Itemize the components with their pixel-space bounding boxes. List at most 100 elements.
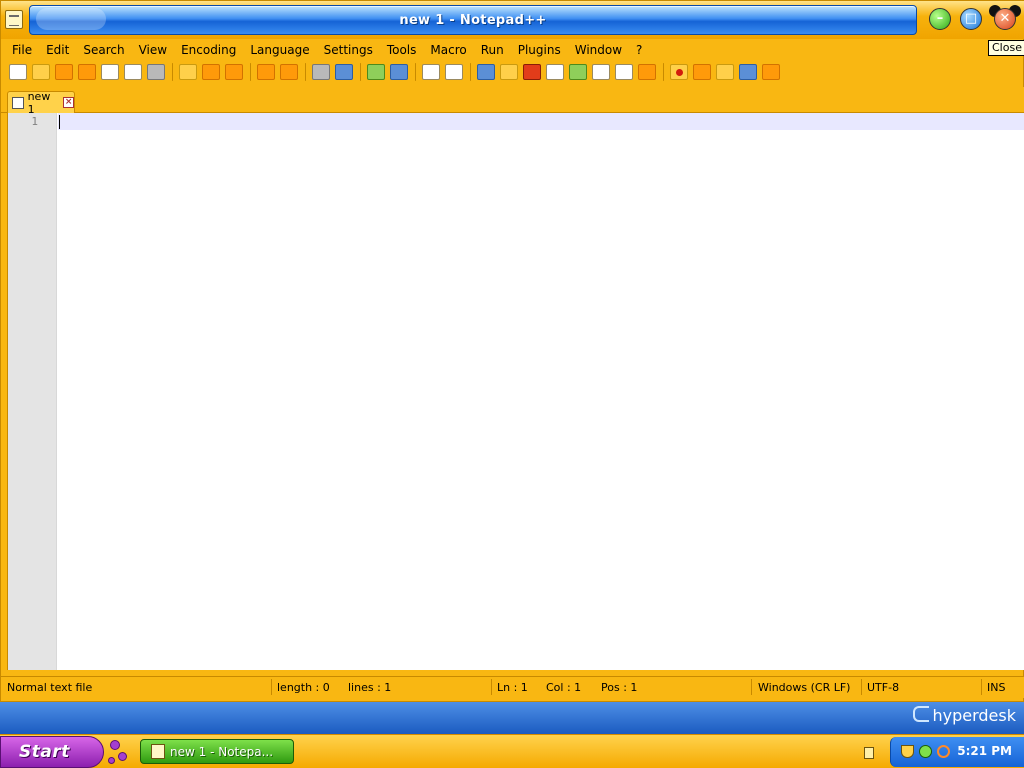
current-line-highlight [58,113,1024,130]
stop-record-icon[interactable] [693,64,711,80]
line-number: 1 [31,115,38,128]
folder-workspace-icon[interactable] [615,64,633,80]
tab-close-icon[interactable]: × [63,97,74,108]
word-wrap-icon[interactable] [477,64,495,80]
tab-new-1[interactable]: new 1 × [7,89,75,116]
system-tray: 5:21 PM [890,737,1024,767]
user-language-icon[interactable] [546,64,564,80]
status-pos: Pos : 1 [601,681,638,694]
toolbar-separator [305,63,306,81]
start-decoration-icon [108,738,130,766]
menu-encoding[interactable]: Encoding [174,41,243,59]
text-editor[interactable]: 1 [7,113,1024,670]
menu-tools[interactable]: Tools [380,41,424,59]
record-macro-icon[interactable] [670,64,688,80]
open-file-icon[interactable] [32,64,50,80]
menu-bar: File Edit Search View Encoding Language … [5,41,649,59]
cut-icon[interactable] [179,64,197,80]
toolbar-separator [360,63,361,81]
status-bar: Normal text file length : 0 lines : 1 Ln… [1,676,1024,698]
start-label: Start [19,742,70,762]
line-number-gutter: 1 [8,113,57,670]
new-file-icon[interactable] [9,64,27,80]
indent-guide-icon[interactable] [523,64,541,80]
monitoring-icon[interactable] [638,64,656,80]
window-title: new 1 - Notepad++ [399,13,547,28]
status-divider [271,679,272,695]
save-icon[interactable] [55,64,73,80]
notepad-app-icon[interactable] [5,10,23,29]
network-icon[interactable] [919,745,932,758]
status-col: Col : 1 [546,681,582,694]
replace-icon[interactable] [335,64,353,80]
document-icon [12,96,24,109]
taskbar-item-notepad[interactable]: new 1 - Notepa... [140,739,294,764]
toolbar-separator [470,63,471,81]
undo-icon[interactable] [257,64,275,80]
toolbar-separator [250,63,251,81]
tab-bar: new 1 × [1,87,1024,116]
hyperdesk-logo: hyperdesk [913,706,1016,725]
taskbar: Start new 1 - Notepa... 5:21 PM [0,734,1024,768]
show-desktop-icon[interactable] [864,747,874,759]
clock[interactable]: 5:21 PM [957,744,1012,758]
toolbar-separator [663,63,664,81]
menu-plugins[interactable]: Plugins [511,41,568,59]
search-icon[interactable] [937,745,950,758]
toolbar [9,61,785,83]
status-lines: lines : 1 [348,681,392,694]
menu-settings[interactable]: Settings [317,41,380,59]
status-divider [981,679,982,695]
menu-language[interactable]: Language [243,41,316,59]
close-icon[interactable] [101,64,119,80]
print-icon[interactable] [147,64,165,80]
tab-label: new 1 [27,89,51,116]
show-all-chars-icon[interactable] [500,64,518,80]
menu-view[interactable]: View [132,41,174,59]
play-macro-icon[interactable] [716,64,734,80]
title-pill: new 1 - Notepad++ [29,5,917,35]
toolbar-separator [172,63,173,81]
find-icon[interactable] [312,64,330,80]
minimize-button[interactable]: – [929,8,951,30]
status-file-type: Normal text file [7,681,93,694]
title-bar[interactable]: new 1 - Notepad++ – □ ✕ [1,1,1024,39]
menu-search[interactable]: Search [76,41,131,59]
status-divider [861,679,862,695]
copy-icon[interactable] [202,64,220,80]
status-eol: Windows (CR LF) [758,681,851,694]
notepad-app-icon [151,744,165,759]
status-divider [491,679,492,695]
close-tooltip: Close [988,40,1024,56]
menu-file[interactable]: File [5,41,39,59]
menu-window[interactable]: Window [568,41,629,59]
save-all-icon[interactable] [78,64,96,80]
menu-help[interactable]: ? [629,41,649,59]
zoom-out-icon[interactable] [390,64,408,80]
doc-map-icon[interactable] [569,64,587,80]
menu-macro[interactable]: Macro [423,41,473,59]
run-macro-multiple-icon[interactable] [739,64,757,80]
close-button[interactable]: ✕ [994,8,1016,30]
sync-horizontal-icon[interactable] [445,64,463,80]
text-caret [59,115,60,129]
desktop-strip: hyperdesk [0,702,1024,734]
menu-run[interactable]: Run [474,41,511,59]
start-button[interactable]: Start [0,736,104,768]
zoom-in-icon[interactable] [367,64,385,80]
taskbar-item-label: new 1 - Notepa... [170,744,274,759]
save-macro-icon[interactable] [762,64,780,80]
maximize-button[interactable]: □ [960,8,982,30]
toolbar-separator [415,63,416,81]
redo-icon[interactable] [280,64,298,80]
security-shield-icon[interactable] [901,745,914,758]
function-list-icon[interactable] [592,64,610,80]
sync-vertical-icon[interactable] [422,64,440,80]
close-all-icon[interactable] [124,64,142,80]
paste-icon[interactable] [225,64,243,80]
status-encoding: UTF-8 [867,681,900,694]
menu-edit[interactable]: Edit [39,41,76,59]
status-insert-mode: INS [987,681,1006,694]
notepad-window: new 1 - Notepad++ – □ ✕ Close File Edit … [0,0,1024,702]
status-line: Ln : 1 [497,681,528,694]
